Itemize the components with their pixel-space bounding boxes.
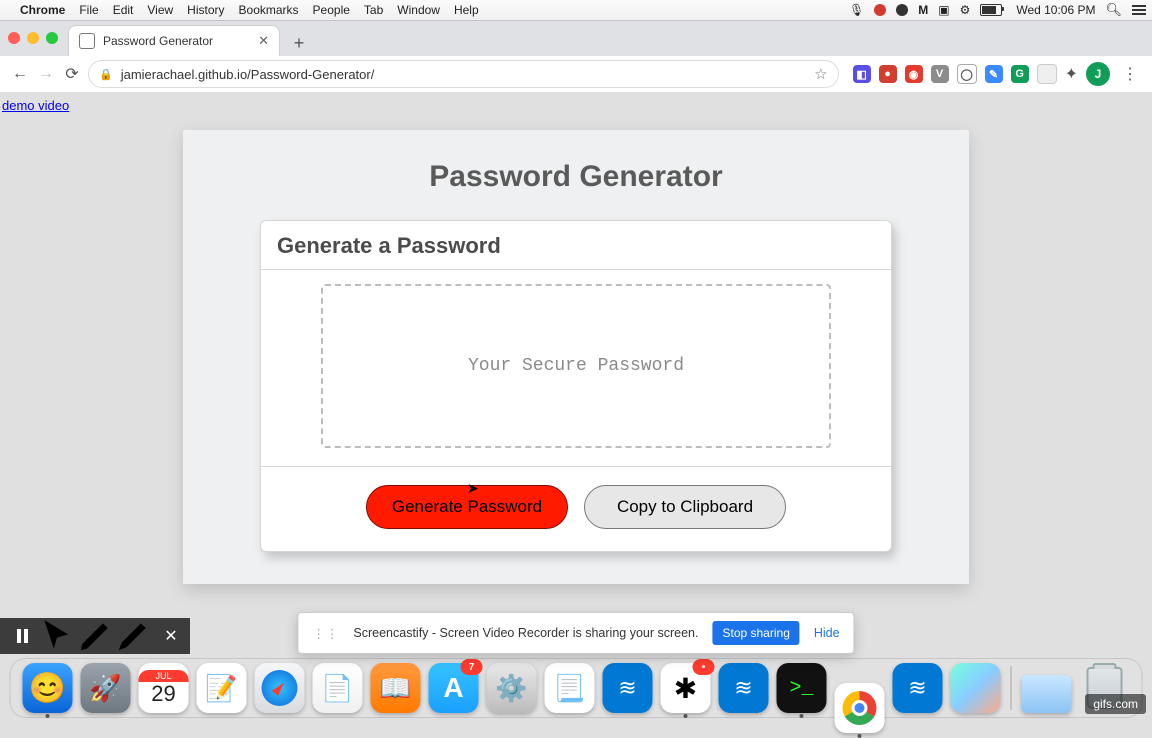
bookmark-star-icon[interactable]: ☆ — [814, 65, 827, 83]
tab-close-icon[interactable]: ✕ — [258, 33, 269, 49]
extension-icon[interactable] — [1037, 64, 1057, 84]
drag-handle-icon[interactable]: ⋮⋮ — [312, 626, 339, 641]
close-window-button[interactable] — [8, 32, 20, 44]
gifs-watermark: gifs.com — [1085, 694, 1146, 714]
demo-video-link[interactable]: demo video — [2, 98, 69, 113]
dock-separator — [1011, 666, 1012, 710]
search-icon[interactable]: 🔍︎ — [1105, 2, 1122, 18]
dock-books[interactable]: 📖 — [371, 663, 421, 713]
highlight-tool-button[interactable] — [114, 618, 152, 654]
tray-icon[interactable]: M — [918, 3, 928, 17]
panel-header: Generate a Password — [261, 221, 891, 270]
password-output[interactable]: Your Secure Password — [321, 284, 831, 448]
screencast-toolbar: ✕ — [0, 618, 190, 654]
extensions-menu-icon[interactable]: ✦ — [1065, 64, 1078, 84]
dock-photos[interactable] — [951, 663, 1001, 713]
dock-textedit[interactable]: 📃 — [545, 663, 595, 713]
dock-finder[interactable]: 😊 — [23, 663, 73, 713]
tab-title: Password Generator — [103, 34, 213, 48]
pause-recording-button[interactable] — [0, 618, 38, 654]
extension-icon[interactable]: ◧ — [853, 65, 871, 83]
tab-strip: Password Generator ✕ + — [0, 20, 1152, 56]
stop-sharing-button[interactable]: Stop sharing — [712, 621, 799, 645]
new-tab-button[interactable]: + — [286, 30, 312, 56]
screen-share-banner: ⋮⋮ Screencastify - Screen Video Recorder… — [297, 612, 854, 654]
page-card: Password Generator Generate a Password Y… — [183, 130, 969, 584]
tray-icon[interactable] — [874, 4, 886, 16]
extension-icon[interactable]: ◯ — [957, 64, 977, 84]
battery-icon[interactable] — [980, 4, 1002, 16]
menu-view[interactable]: View — [147, 3, 173, 17]
menubar-tray: 🎙︎ M ▣ ⚙︎ Wed 10:06 PM 🔍︎ — [849, 2, 1146, 18]
dock-vscode-insiders[interactable]: ≋ — [719, 663, 769, 713]
dock-downloads[interactable] — [1022, 675, 1072, 713]
share-banner-text: Screencastify - Screen Video Recorder is… — [353, 626, 698, 640]
dock-app[interactable]: ≋ — [893, 663, 943, 713]
browser-toolbar: ← → ⟳ 🔒 jamierachael.github.io/Password-… — [0, 56, 1152, 93]
menu-people[interactable]: People — [313, 3, 350, 17]
app-menu: Chrome File Edit View History Bookmarks … — [20, 3, 479, 17]
dock-pages[interactable]: 📄 — [313, 663, 363, 713]
browser-tab[interactable]: Password Generator ✕ — [68, 25, 280, 56]
dock: 😊 🚀 JUL29 📝 📄 📖 A7 ⚙️ 📃 ≋ ✱• ≋ >_ ≋ — [10, 658, 1143, 718]
menu-help[interactable]: Help — [454, 3, 479, 17]
dock-launchpad[interactable]: 🚀 — [81, 663, 131, 713]
extension-icon[interactable]: V — [931, 65, 949, 83]
dock-terminal[interactable]: >_ — [777, 663, 827, 713]
generate-password-button[interactable]: Generate Password — [366, 485, 568, 529]
wifi-icon[interactable]: ⚙︎ — [960, 3, 971, 17]
menu-chrome[interactable]: Chrome — [20, 3, 65, 17]
tray-icon[interactable]: ▣ — [938, 3, 949, 17]
extensions-row: ◧ ● ◉ V ◯ ✎ G ✦ J ⋮ — [853, 62, 1142, 86]
menu-edit[interactable]: Edit — [113, 3, 134, 17]
dock-vscode[interactable]: ≋ — [603, 663, 653, 713]
generator-panel: Generate a Password Your Secure Password… — [260, 220, 892, 552]
url-text: jamierachael.github.io/Password-Generato… — [121, 67, 375, 82]
menu-file[interactable]: File — [79, 3, 98, 17]
pen-tool-button[interactable] — [76, 618, 114, 654]
address-bar[interactable]: 🔒 jamierachael.github.io/Password-Genera… — [88, 60, 839, 88]
dock-notes[interactable]: 📝 — [197, 663, 247, 713]
menu-tab[interactable]: Tab — [364, 3, 383, 17]
reload-button[interactable]: ⟳ — [62, 64, 82, 84]
extension-icon[interactable]: G — [1011, 65, 1029, 83]
extension-icon[interactable]: ◉ — [905, 65, 923, 83]
lock-icon: 🔒 — [99, 68, 113, 81]
clock[interactable]: Wed 10:06 PM — [1016, 3, 1095, 17]
mac-menubar: Chrome File Edit View History Bookmarks … — [0, 0, 1152, 21]
pointer-tool-button[interactable] — [38, 618, 76, 654]
menu-bookmarks[interactable]: Bookmarks — [239, 3, 299, 17]
profile-avatar[interactable]: J — [1086, 62, 1110, 86]
dock-appstore[interactable]: A7 — [429, 663, 479, 713]
minimize-window-button[interactable] — [27, 32, 39, 44]
dock-slack[interactable]: ✱• — [661, 663, 711, 713]
button-row: Generate Password Copy to Clipboard — [261, 467, 891, 551]
tray-icon[interactable] — [896, 4, 908, 16]
hide-banner-button[interactable]: Hide — [814, 626, 840, 640]
page-title: Password Generator — [183, 160, 969, 194]
window-controls — [8, 20, 58, 56]
dock-safari[interactable] — [255, 663, 305, 713]
browser-menu-icon[interactable]: ⋮ — [1118, 64, 1142, 84]
dock-calendar[interactable]: JUL29 — [139, 663, 189, 713]
back-button[interactable]: ← — [10, 64, 30, 84]
extension-icon[interactable]: ✎ — [985, 65, 1003, 83]
favicon-icon — [79, 33, 95, 49]
menu-window[interactable]: Window — [397, 3, 440, 17]
notification-center-icon[interactable] — [1132, 5, 1146, 15]
forward-button[interactable]: → — [36, 64, 56, 84]
menu-history[interactable]: History — [187, 3, 224, 17]
close-toolbar-button[interactable]: ✕ — [152, 618, 190, 654]
copy-clipboard-button[interactable]: Copy to Clipboard — [584, 485, 786, 529]
mic-icon[interactable]: 🎙︎ — [849, 3, 864, 17]
fullscreen-window-button[interactable] — [46, 32, 58, 44]
dock-settings[interactable]: ⚙️ — [487, 663, 537, 713]
dock-chrome[interactable] — [835, 683, 885, 733]
extension-icon[interactable]: ● — [879, 65, 897, 83]
